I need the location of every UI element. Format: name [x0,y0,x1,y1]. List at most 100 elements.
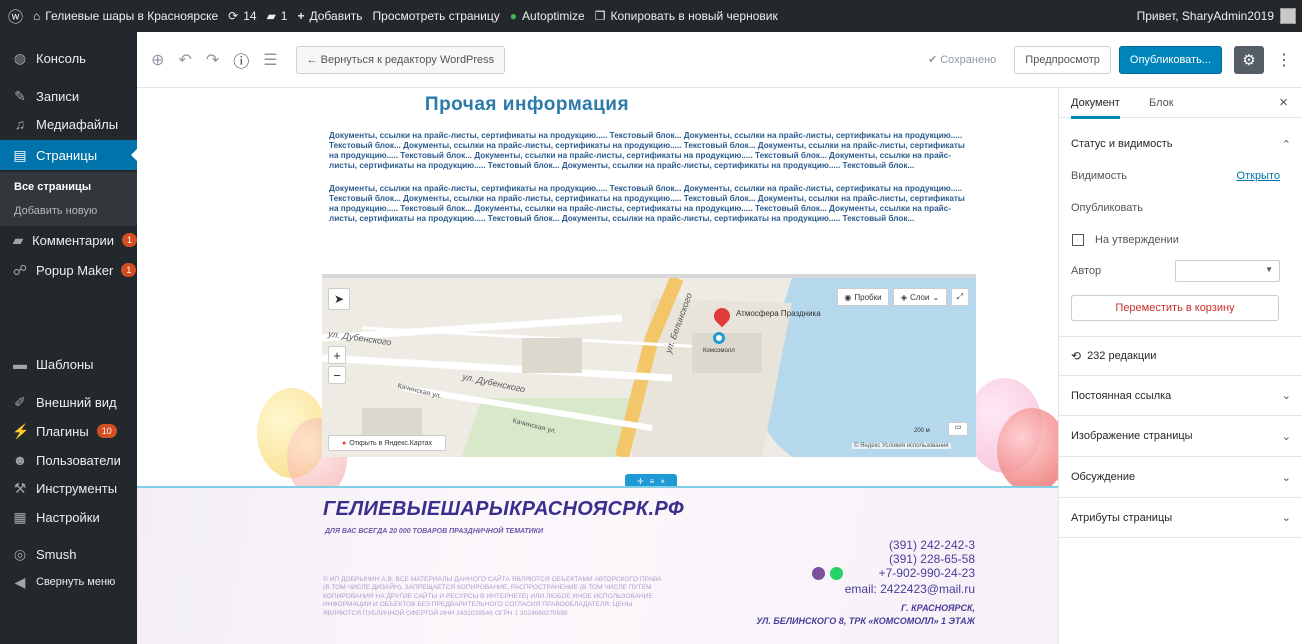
footer-email: email: 2422423@mail.ru [844,582,975,596]
page-attributes-section[interactable]: Атрибуты страницы ⌄ [1059,497,1302,538]
move-icon: ✛ [636,476,644,486]
dashboard-icon: ◍ [13,49,27,66]
history-icon: ⟲ [1071,348,1082,363]
site-name-link[interactable]: ⌂ Гелиевые шары в Красноярске [33,9,218,23]
add-block-icon[interactable]: ⊕ [151,50,164,70]
home-icon: ⌂ [33,9,41,23]
sidebar-item-popup-maker[interactable]: ☍ Popup Maker 1 [0,256,137,284]
layers-icon: ◈ [900,292,907,302]
redo-icon[interactable]: ↷ [206,50,219,70]
collapse-menu-button[interactable]: ◀ Свернуть меню [0,568,137,596]
sidebar-item-console[interactable]: ◍ Консоль [0,44,137,72]
visibility-value-link[interactable]: Открыто [1237,170,1280,182]
map-ruler-icon[interactable]: ▭ [948,422,968,436]
comments-icon: ▰ [12,231,24,248]
text-paragraph[interactable]: Документы, ссылки на прайс-листы, сертиф… [329,184,969,224]
move-to-trash-button[interactable]: Переместить в корзину [1071,295,1279,321]
pending-checkbox[interactable] [1072,234,1084,246]
chevron-down-icon: ⌄ [932,292,940,302]
mall-pin-icon[interactable] [713,332,725,344]
sidebar-item-plugins[interactable]: ⚡ Плагины 10 [0,417,137,445]
status-dot-icon: ● [509,9,518,23]
page-title[interactable]: Прочая информация [137,94,917,116]
back-to-editor-button[interactable]: ← Вернуться к редактору WordPress [295,45,506,74]
sidebar-item-appearance[interactable]: ✐ Внешний вид [0,388,137,416]
sidebar-tabs: Документ Блок × [1059,88,1302,119]
popup-icon: ☍ [12,261,28,278]
publish-label[interactable]: Опубликовать [1071,202,1143,214]
viber-icon[interactable] [812,567,825,580]
close-icon[interactable]: × [1279,94,1288,111]
more-options-icon[interactable]: ⋮ [1276,50,1292,70]
tab-block[interactable]: Блок [1149,97,1174,109]
account-menu[interactable]: Привет, SharyAdmin2019 [1137,8,1296,24]
open-in-yandex-button[interactable]: ● Открыть в Яндекс.Картах [328,435,446,451]
view-page-link[interactable]: Просмотреть страницу [373,9,500,23]
plugins-badge: 10 [96,424,117,438]
outline-icon[interactable]: ☰ [263,50,277,70]
popup-badge: 1 [121,263,137,277]
plus-icon: + [297,9,305,23]
comments-link[interactable]: ▰ 1 [267,9,288,23]
publish-button[interactable]: Опубликовать... [1118,45,1222,74]
brush-icon: ✐ [14,393,26,410]
settings-gear-icon[interactable]: ⚙ [1234,45,1264,74]
wordpress-logo-icon[interactable]: ⓦ [8,6,23,27]
updates-link[interactable]: ⟳ 14 [228,9,256,23]
sidebar-item-pages[interactable]: ▤ Страницы [0,140,138,170]
author-select[interactable]: ▼ [1175,260,1280,282]
traffic-button[interactable]: ◉ Пробки [837,288,889,306]
sidebar-item-media[interactable]: ♫ Медиафайлы [0,110,137,138]
submenu-add-new[interactable]: Добавить новую [0,199,137,223]
pages-icon: ▤ [13,146,27,163]
tab-document[interactable]: Документ [1071,97,1120,119]
editor-canvas: Прочая информация Документы, ссылки на п… [137,88,1058,644]
permalink-section[interactable]: Постоянная ссылка ⌄ [1059,375,1302,415]
footer-city: Г. КРАСНОЯРСК, [901,603,975,613]
footer-tagline: ДЛЯ ВАС ВСЕГДА 20 000 ТОВАРОВ ПРАЗДНИЧНО… [325,528,544,535]
sidebar-item-comments[interactable]: ▰ Комментарии 1 [0,226,137,254]
submenu-all-pages[interactable]: Все страницы [0,175,137,199]
copy-draft-link[interactable]: ❐ Копировать в новый черновик [595,9,778,23]
visibility-label: Видимость [1071,170,1127,182]
site-footer: ГЕЛИЕВЫЕШАРЫКРАСНОЯСРК.РФ ДЛЯ ВАС ВСЕГДА… [137,488,1058,644]
author-label: Автор [1071,265,1102,277]
refresh-icon: ⟳ [228,9,239,23]
smush-icon: ◎ [13,545,27,562]
sidebar-item-settings[interactable]: ▦ Настройки [0,503,137,531]
sidebar-item-posts[interactable]: ✎ Записи [0,82,137,110]
locate-icon[interactable]: ➤ [328,288,350,310]
plugin-icon: ⚡ [12,422,30,439]
preview-button[interactable]: Предпросмотр [1014,45,1111,74]
comments-badge: 1 [121,233,137,247]
pending-label: На утверждении [1095,234,1179,246]
sidebar-item-tools[interactable]: ⚒ Инструменты [0,474,137,502]
admin-sidebar: ◍ Консоль ✎ Записи ♫ Медиафайлы ▤ Страницы В… [0,32,138,644]
chevron-down-icon: ⌄ [1281,512,1291,524]
discussion-section[interactable]: Обсуждение ⌄ [1059,456,1302,497]
revisions-section[interactable]: ⟲ 232 редакции [1059,336,1302,374]
layers-button[interactable]: ◈ Слои ⌄ [893,288,947,306]
close-icon: × [660,476,666,486]
whatsapp-icon[interactable] [830,567,843,580]
saved-status: ✔ Сохранено [927,54,997,66]
sidebar-item-users[interactable]: ☻ Пользователи [0,446,137,474]
pin-icon: ✎ [14,87,26,104]
info-icon[interactable]: ⓘ [233,48,249,72]
media-icon: ♫ [14,116,26,132]
place-label: Атмосфера Праздника [736,309,821,318]
undo-icon[interactable]: ↶ [178,50,191,70]
footer-address: УЛ. БЕЛИНСКОГО 8, ТРК «КОМСОМОЛЛ» 1 ЭТАЖ [756,616,975,626]
fullscreen-icon[interactable]: ⤢ [951,288,969,306]
text-paragraph[interactable]: Документы, ссылки на прайс-листы, сертиф… [329,131,969,171]
sidebar-item-smush[interactable]: ◎ Smush [0,540,137,568]
zoom-out-button[interactable]: − [328,366,346,384]
sidebar-item-templates[interactable]: ▬ Шаблоны [0,350,137,378]
status-visibility-section[interactable]: Статус и видимость ⌃ [1059,126,1302,162]
zoom-in-button[interactable]: + [328,346,346,364]
map-terms[interactable]: © Яндекс Условия использования [852,443,951,449]
autoptimize-link[interactable]: ● Autoptimize [510,9,585,23]
featured-image-section[interactable]: Изображение страницы ⌄ [1059,415,1302,456]
yandex-map[interactable]: ➤ + − ◉ Пробки ◈ Слои ⌄ ⤢ Атмосфера Праздни… [322,274,976,457]
add-new-link[interactable]: + Добавить [297,9,362,23]
